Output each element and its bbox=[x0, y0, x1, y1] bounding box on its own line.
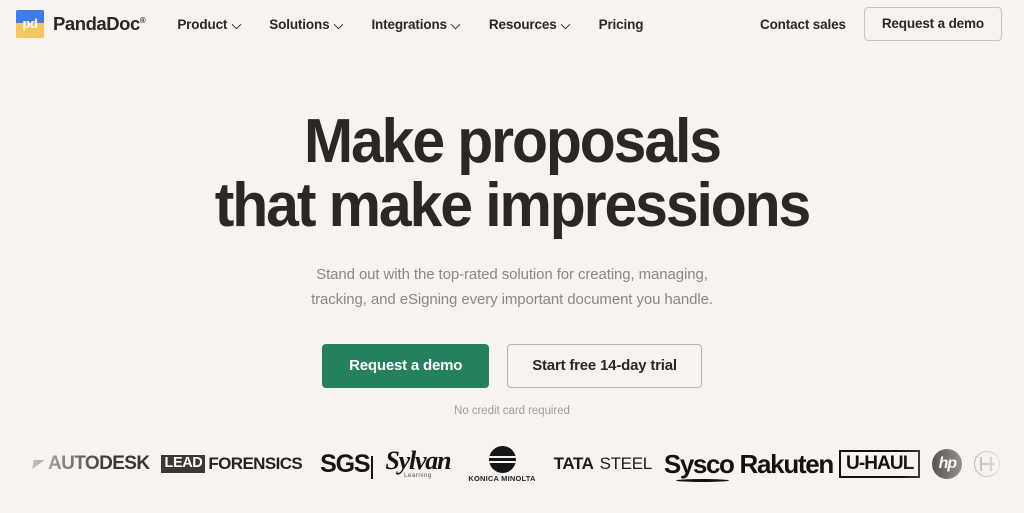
nav-item-label: Integrations bbox=[371, 16, 447, 32]
logo-sysco: Sysco bbox=[661, 440, 737, 488]
logo-label: FORENSICS bbox=[208, 454, 303, 473]
logo-label: AUTODESK bbox=[48, 453, 150, 474]
hero-no-credit-card-note: No credit card required bbox=[454, 405, 570, 417]
hero-section: Make proposals that make impressions Sta… bbox=[0, 48, 1024, 418]
chevron-down-icon bbox=[562, 20, 571, 29]
logo-label: Sysco bbox=[663, 448, 735, 482]
registered-mark-icon: ® bbox=[139, 15, 146, 25]
logo-autodesk: AUTODESK bbox=[30, 440, 152, 488]
logo-sgs: SGS bbox=[317, 440, 376, 488]
primary-navigation: Product Solutions Integrations Resources… bbox=[163, 11, 657, 38]
nav-item-product[interactable]: Product bbox=[163, 11, 255, 38]
logo-lead-forensics: LEAD FORENSICS bbox=[158, 440, 305, 488]
logo-label: SGS bbox=[320, 449, 370, 478]
logo-label: U-HAUL bbox=[839, 449, 921, 479]
logo-monogram: pd bbox=[22, 16, 38, 31]
brand-name: PandaDoc® bbox=[53, 13, 146, 35]
nav-item-label: Solutions bbox=[269, 16, 330, 32]
nav-item-solutions[interactable]: Solutions bbox=[255, 11, 357, 38]
logo-label: BOSCH bbox=[1018, 451, 1024, 477]
hero-title-line-2: that make impressions bbox=[214, 171, 812, 240]
nav-item-resources[interactable]: Resources bbox=[475, 11, 585, 38]
logo-label: TATA bbox=[553, 454, 594, 473]
chevron-down-icon bbox=[232, 20, 241, 29]
autodesk-mark-icon bbox=[32, 459, 45, 469]
hero-request-demo-button[interactable]: Request a demo bbox=[322, 344, 490, 388]
customer-logo-strip: AUTODESK LEAD FORENSICS SGS Sylvan Learn… bbox=[0, 440, 1024, 488]
logo-sublabel: Learning bbox=[404, 472, 432, 480]
hero-subtitle: Stand out with the top-rated solution fo… bbox=[0, 262, 1024, 312]
nav-item-integrations[interactable]: Integrations bbox=[357, 11, 474, 38]
header-request-demo-button[interactable]: Request a demo bbox=[863, 7, 1002, 41]
circle-h-icon bbox=[974, 451, 1001, 477]
hero-cta-group: Request a demo Start free 14-day trial bbox=[0, 344, 1024, 388]
pandadoc-logo-icon: pd bbox=[16, 10, 44, 38]
logo-tata-steel: TATA STEEL bbox=[551, 440, 655, 488]
chevron-down-icon bbox=[334, 20, 343, 29]
chevron-down-icon bbox=[452, 20, 461, 29]
logo-label-2: STEEL bbox=[599, 454, 653, 473]
logo-label: Rakuten bbox=[739, 448, 835, 479]
contact-sales-link[interactable]: Contact sales bbox=[760, 17, 846, 32]
logo-label: hp bbox=[932, 449, 963, 479]
brand-logo-link[interactable]: pd PandaDoc® bbox=[16, 10, 146, 38]
nav-item-label: Pricing bbox=[598, 16, 644, 32]
logo-label-box: LEAD bbox=[161, 454, 206, 474]
logo-label: Sylvan bbox=[385, 446, 451, 476]
logo-hp: hp bbox=[929, 440, 965, 488]
logo-circle-mark bbox=[971, 440, 1003, 488]
nav-item-label: Product bbox=[177, 16, 228, 32]
logo-sylvan-learning: Sylvan Learning bbox=[382, 440, 453, 488]
sgs-bar-icon bbox=[371, 455, 374, 479]
header-actions: Contact sales Request a demo bbox=[760, 7, 1002, 41]
landing-page: pd PandaDoc® Product Solutions Integrati… bbox=[0, 0, 1024, 513]
nav-item-label: Resources bbox=[488, 16, 557, 32]
logo-label: KONICA MINOLTA bbox=[468, 473, 536, 483]
hero-title: Make proposals that make impressions bbox=[26, 110, 999, 238]
logo-bosch: BOSCH b bbox=[1015, 440, 1024, 488]
hero-subtitle-line-2: tracking, and eSigning every important d… bbox=[311, 291, 713, 308]
konica-globe-icon bbox=[488, 445, 516, 473]
logo-konica-minolta: KONICA MINOLTA bbox=[465, 440, 538, 488]
logo-rakuten: Rakuten bbox=[737, 440, 836, 488]
hero-title-line-1: Make proposals bbox=[304, 107, 722, 176]
hero-start-trial-button[interactable]: Start free 14-day trial bbox=[507, 344, 702, 388]
logo-track: AUTODESK LEAD FORENSICS SGS Sylvan Learn… bbox=[0, 440, 1024, 488]
hero-subtitle-line-1: Stand out with the top-rated solution fo… bbox=[316, 266, 708, 283]
logo-u-haul: U-HAUL bbox=[836, 440, 923, 488]
site-header: pd PandaDoc® Product Solutions Integrati… bbox=[0, 0, 1024, 48]
nav-item-pricing[interactable]: Pricing bbox=[585, 11, 658, 38]
brand-name-text: PandaDoc bbox=[53, 13, 140, 34]
